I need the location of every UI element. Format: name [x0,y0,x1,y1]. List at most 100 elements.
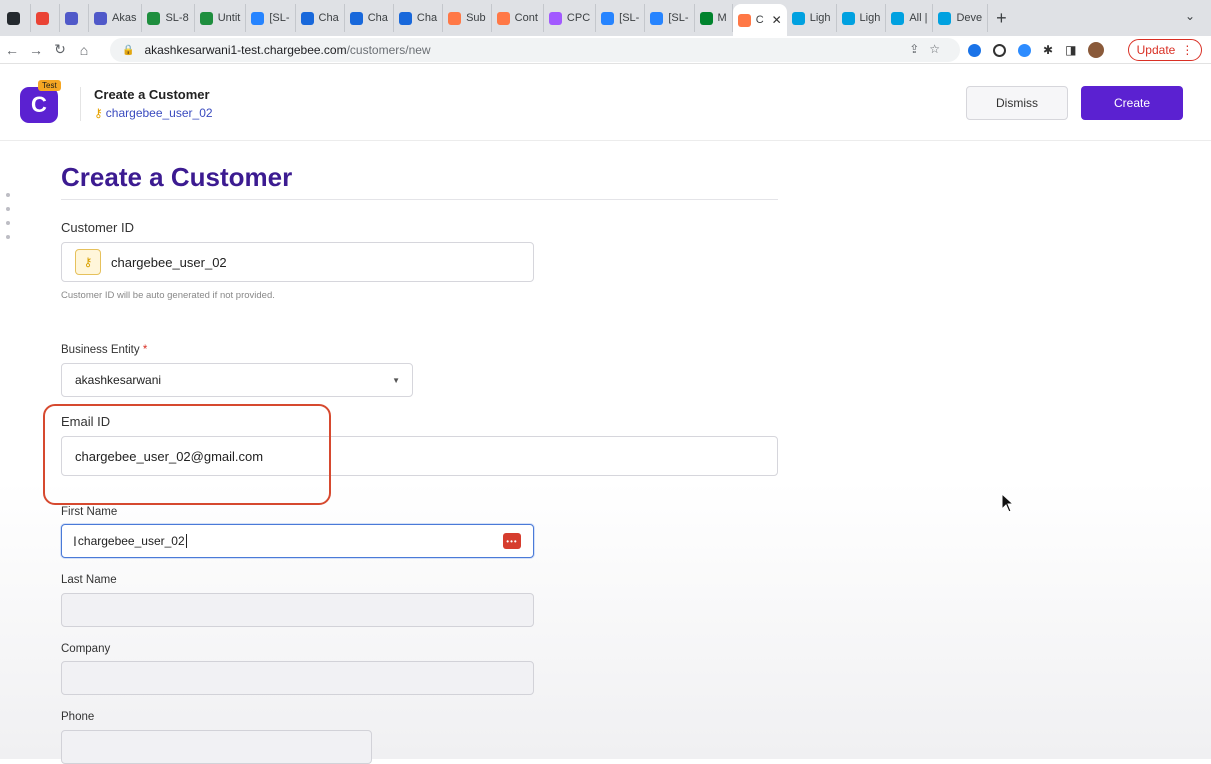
tab-label: Akas [112,12,137,24]
tab-11[interactable]: Cont [492,4,544,32]
sheets-icon [199,11,213,25]
required-marker: * [142,344,148,356]
puzzle-icon[interactable]: ✱ [1043,43,1053,57]
confluence-icon [398,11,412,25]
tab-list: Akas SL-8 Untit [SL- Cha Cha Cha Sub Cont CPC [SL-… [2,4,733,32]
tab-label: [SL- [269,12,290,24]
chevron-down-icon[interactable]: ⌄ [1185,9,1195,23]
tab-label: CPC [566,12,591,24]
tab-list-after: Ligh Ligh All | Deve [787,4,989,32]
salesforce-icon [891,11,905,25]
tab-10[interactable]: Sub [443,4,492,32]
text-cursor-icon: I [73,533,77,549]
github-icon [7,11,20,25]
tab-9[interactable]: Cha [394,4,444,32]
drag-handle-icon[interactable] [6,193,11,249]
page-title: Create a Customer [61,162,293,192]
tab-8[interactable]: Cha [345,4,394,32]
new-tab-button[interactable]: + [996,8,1007,29]
extension-icon[interactable] [993,43,1006,57]
text-caret [185,534,187,548]
tab-label: Cha [416,12,438,24]
tab-label: Cha [367,12,388,24]
salesforce-icon [791,11,805,25]
first-name-label: First Name [61,506,118,518]
teams-icon [65,11,78,25]
tab-after-0[interactable]: Ligh [787,4,837,32]
confluence-icon [300,11,314,25]
customer-id-value: chargebee_user_02 [111,254,227,270]
tab-label: M [717,12,727,24]
customer-id-label: Customer ID [61,220,134,235]
tab-15[interactable]: M [695,4,733,32]
tab-12[interactable]: CPC [544,4,597,32]
update-label: Update [1136,43,1176,57]
tab-6[interactable]: [SL- [246,4,296,32]
header-title: Create a Customer [94,87,210,102]
tab-3[interactable]: Akas [89,4,143,32]
business-entity-label: Business Entity * [61,344,147,356]
first-name-value: chargebee_user_02 [77,534,185,548]
side-panel-icon[interactable]: ◨ [1065,43,1076,57]
tab-5[interactable]: Untit [195,4,247,32]
logo-letter: C [31,92,47,117]
zoom-extension-icon[interactable] [1018,43,1031,57]
reload-button[interactable]: ↻ [48,41,72,58]
sheets-icon [147,11,161,25]
last-name-input[interactable] [61,593,534,627]
teams-icon [94,11,107,25]
tab-label: [SL- [668,12,689,24]
tab-4[interactable]: SL-8 [142,4,195,32]
header-subtitle-text: chargebee_user_02 [105,106,213,120]
back-button[interactable]: ← [0,42,24,58]
company-label: Company [61,643,111,655]
chargebee-icon [448,11,462,25]
gmail-icon [36,11,49,25]
first-name-input[interactable]: I chargebee_user_02 ••• [61,524,534,558]
dismiss-button[interactable]: Dismiss [966,86,1068,120]
customer-id-input[interactable]: ⚷ chargebee_user_02 [61,242,534,282]
chevron-down-icon: ▼ [392,375,400,385]
key-icon: ⚷ [94,106,103,120]
business-entity-select[interactable]: akashkesarwani ▼ [61,363,413,397]
jira-icon [650,11,664,25]
tab-label: Cont [514,12,538,24]
tab-label: [SL- [619,12,640,24]
chargebee-icon [737,13,751,27]
salesforce-icon [938,11,952,25]
chargebee-icon [496,11,510,25]
share-and-bookmark-icons[interactable]: ⇪☆ [909,42,950,56]
extension-icon[interactable] [968,43,981,57]
tab-label: Ligh [859,12,881,24]
chargebee-logo[interactable]: C [20,87,58,123]
tab-7[interactable]: Cha [296,4,345,32]
home-button[interactable]: ⌂ [72,42,96,58]
forward-button[interactable]: → [24,42,48,58]
tab-13[interactable]: [SL- [596,4,646,32]
app-header: C Test Create a Customer ⚷ chargebee_user… [0,65,1211,141]
tab-1[interactable] [31,4,60,32]
address-bar[interactable]: 🔒 akashkesarwani1-test.chargebee.com/cus… [110,38,960,62]
business-entity-label-text: Business Entity [61,344,140,356]
avatar[interactable] [1088,42,1105,58]
close-icon[interactable]: ✕ [772,13,782,27]
tab-label: Cha [318,12,339,24]
tab-label: Sub [466,12,486,24]
tab-14[interactable]: [SL- [645,4,695,32]
create-button[interactable]: Create [1081,86,1183,120]
salesforce-icon [841,11,855,25]
tab-after-2[interactable]: All | [886,4,934,32]
extensions-area: ✱ ◨ [968,36,1105,64]
password-manager-icon[interactable]: ••• [503,533,521,549]
phone-label: Phone [61,711,95,723]
jira-icon [601,11,615,25]
update-button[interactable]: Update ⋮ [1128,39,1202,61]
tab-after-3[interactable]: Deve [933,4,989,32]
company-input[interactable] [61,661,534,695]
tab-0[interactable] [2,4,31,32]
figma-icon [548,11,562,25]
tab-2[interactable] [60,4,89,32]
tab-after-1[interactable]: Ligh [837,4,887,32]
url-path: /customers/new [346,43,431,57]
tab-active[interactable]: C ✕ [732,4,787,36]
